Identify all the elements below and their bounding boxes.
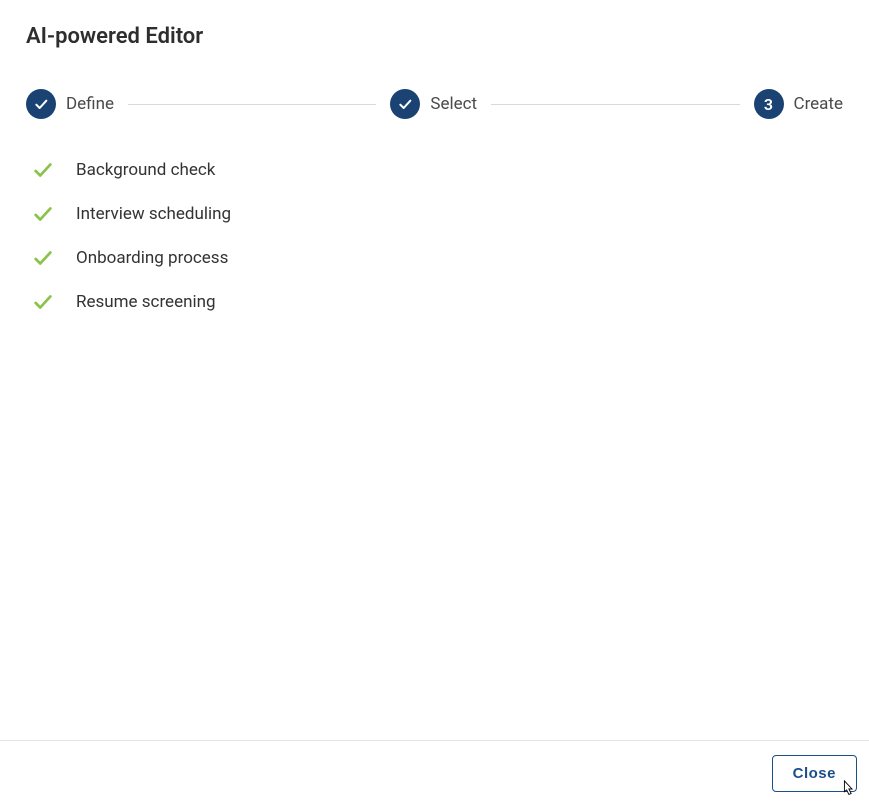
item-label: Resume screening	[76, 292, 216, 312]
step-circle-current: 3	[754, 89, 784, 119]
check-icon	[32, 203, 54, 225]
step-label: Select	[430, 94, 477, 114]
stepper: Define Select 3 Create	[26, 89, 843, 119]
step-circle-done	[390, 89, 420, 119]
list-item: Resume screening	[32, 291, 843, 313]
step-label: Create	[794, 94, 844, 114]
step-select[interactable]: Select	[390, 89, 477, 119]
step-define[interactable]: Define	[26, 89, 114, 119]
check-icon	[32, 159, 54, 181]
step-connector	[491, 104, 739, 105]
list-item: Onboarding process	[32, 247, 843, 269]
check-icon	[33, 96, 49, 112]
step-connector	[128, 104, 376, 105]
step-create[interactable]: 3 Create	[754, 89, 844, 119]
footer: Close	[0, 740, 869, 806]
close-button[interactable]: Close	[772, 755, 857, 792]
check-icon	[32, 291, 54, 313]
page-title: AI-powered Editor	[26, 24, 843, 49]
check-icon	[397, 96, 413, 112]
step-circle-done	[26, 89, 56, 119]
step-label: Define	[66, 94, 114, 114]
check-icon	[32, 247, 54, 269]
item-label: Background check	[76, 160, 215, 180]
list-item: Background check	[32, 159, 843, 181]
item-list: Background check Interview scheduling On…	[26, 159, 843, 313]
item-label: Onboarding process	[76, 248, 228, 268]
item-label: Interview scheduling	[76, 204, 231, 224]
list-item: Interview scheduling	[32, 203, 843, 225]
step-number: 3	[764, 95, 773, 114]
